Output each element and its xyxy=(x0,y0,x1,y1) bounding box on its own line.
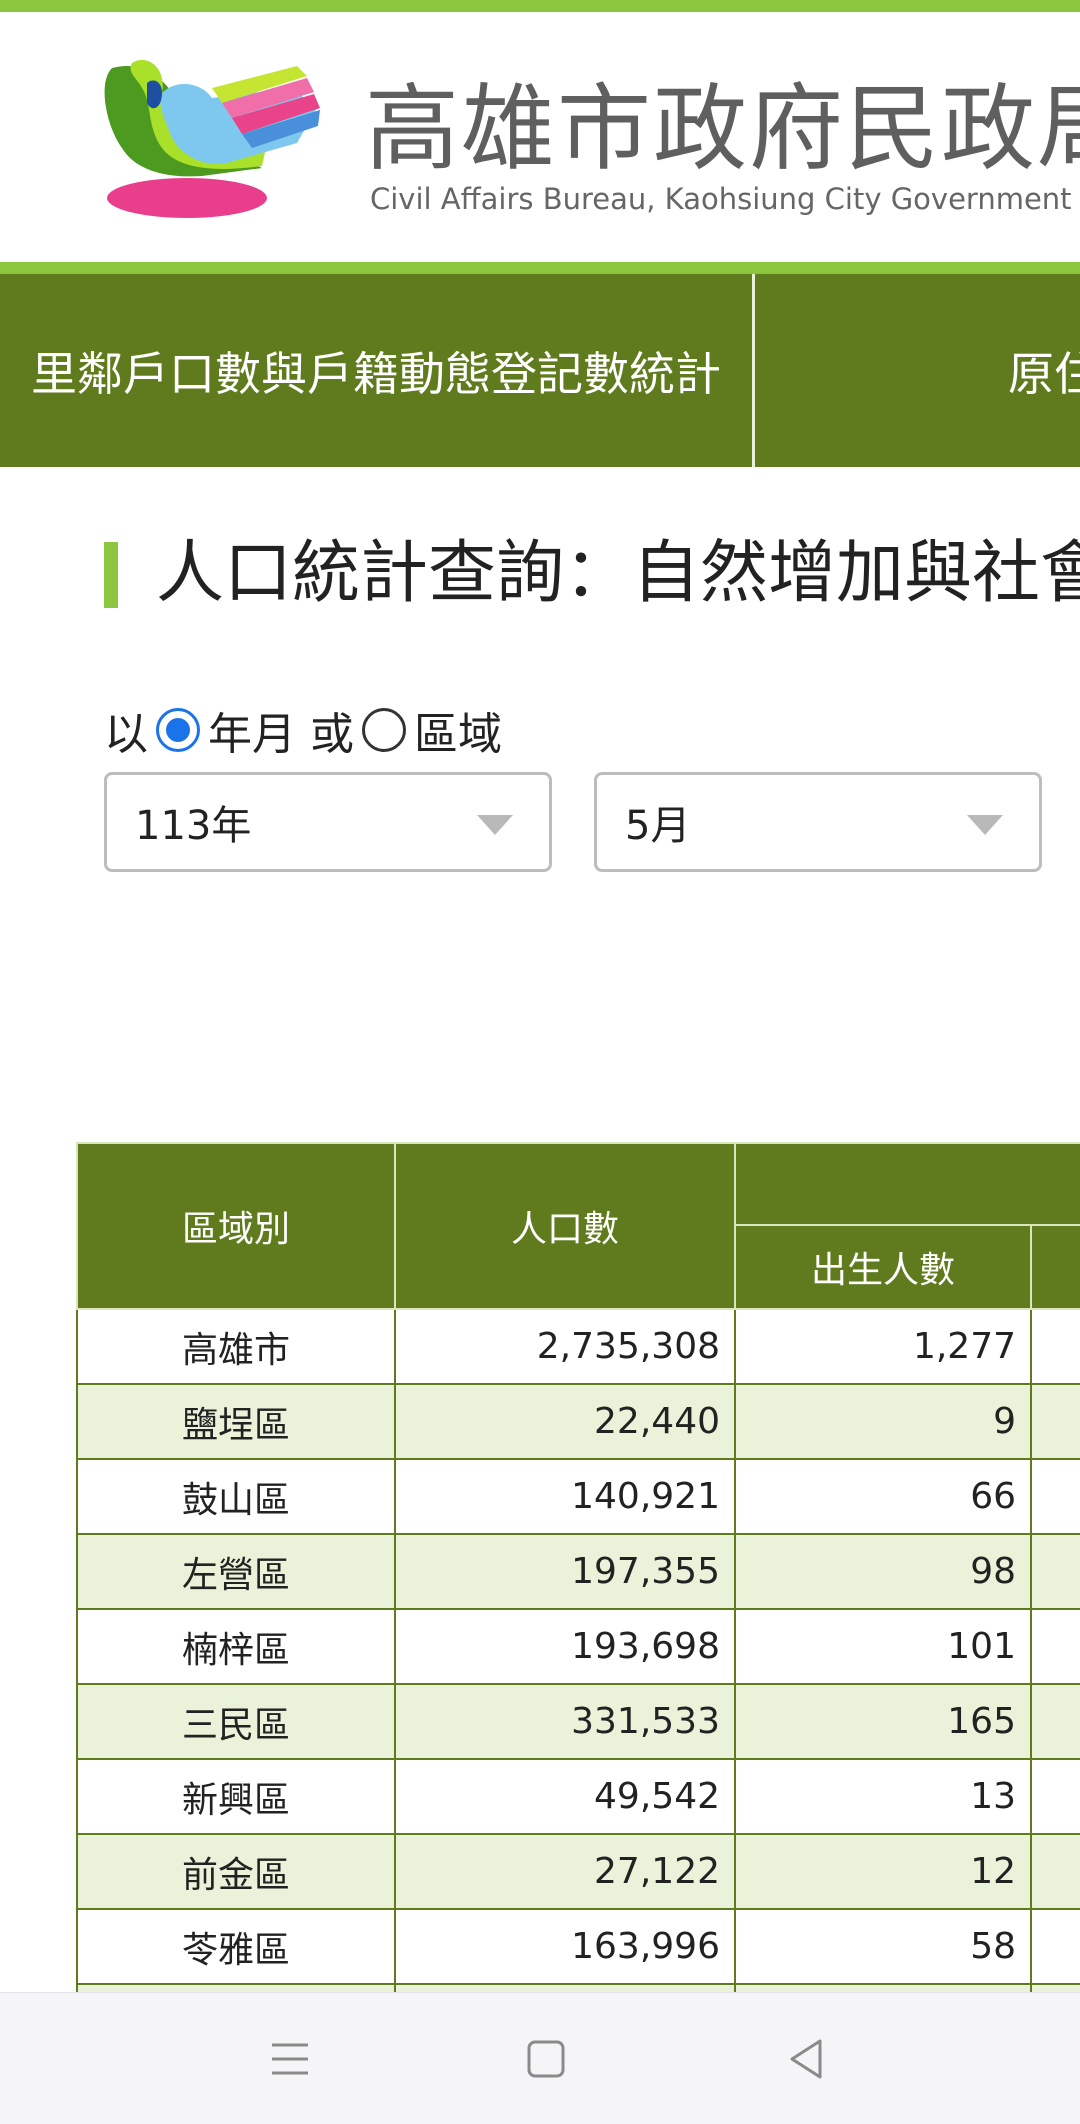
cell-region: 鹽埕區 xyxy=(76,1383,396,1460)
cell-population: 163,996 xyxy=(394,1908,736,1985)
header-bottom-line xyxy=(0,262,1080,274)
nav-item-household-stats[interactable]: 里鄰戶口數與戶籍動態登記數統計 xyxy=(0,274,752,467)
cell-births: 101 xyxy=(734,1608,1032,1685)
month-select[interactable]: 5月 xyxy=(594,772,1042,872)
cell-region: 三民區 xyxy=(76,1683,396,1760)
chevron-down-icon xyxy=(967,815,1003,835)
cell-population: 140,921 xyxy=(394,1458,736,1535)
cell-population: 27,122 xyxy=(394,1833,736,1910)
nav-divider xyxy=(752,274,755,467)
header-deaths xyxy=(1030,1224,1080,1310)
cell-population: 22,440 xyxy=(394,1383,736,1460)
table-cell xyxy=(734,1983,1032,1992)
cell-region: 楠梓區 xyxy=(76,1608,396,1685)
cell-region: 新興區 xyxy=(76,1758,396,1835)
cell-deaths xyxy=(1030,1683,1080,1760)
stats-table: 區域別 人口數 出生人數 高雄市 2,735,308 1,277 鹽埕區 22,440 9… xyxy=(76,1142,1080,1992)
filter-prefix: 以 xyxy=(104,709,148,760)
top-accent-line xyxy=(0,0,1080,12)
cell-region: 前金區 xyxy=(76,1833,396,1910)
radio-yearmonth-label[interactable]: 年月 xyxy=(208,698,296,762)
table-row xyxy=(76,1983,1080,1992)
radio-yearmonth[interactable] xyxy=(156,708,200,752)
cell-region: 鼓山區 xyxy=(76,1458,396,1535)
cell-deaths xyxy=(1030,1833,1080,1910)
title-accent-bar xyxy=(104,542,118,608)
site-header: 高雄市政府民政局 Civil Affairs Bureau, Kaohsiung… xyxy=(0,12,1080,262)
table-row: 鼓山區 140,921 66 xyxy=(76,1458,1080,1535)
system-nav-bar xyxy=(0,1992,1080,2124)
filter-or: 或 xyxy=(310,709,354,760)
cell-births: 98 xyxy=(734,1533,1032,1610)
main-nav: 里鄰戶口數與戶籍動態登記數統計 原住 xyxy=(0,274,1080,467)
site-title: 高雄市政府民政局 xyxy=(365,75,1080,184)
header-births: 出生人數 xyxy=(734,1224,1032,1310)
table-row: 新興區 49,542 13 xyxy=(76,1758,1080,1835)
cell-population: 49,542 xyxy=(394,1758,736,1835)
page: 高雄市政府民政局 Civil Affairs Bureau, Kaohsiung… xyxy=(0,0,1080,2124)
cell-births: 165 xyxy=(734,1683,1032,1760)
month-select-value: 5月 xyxy=(625,803,691,849)
page-title: 人口統計查詢：自然增加與社會 xyxy=(156,534,1080,613)
cell-deaths xyxy=(1030,1608,1080,1685)
table-row: 左營區 197,355 98 xyxy=(76,1533,1080,1610)
nav-item-indigenous[interactable]: 原住 xyxy=(1008,274,1080,467)
bureau-logo[interactable] xyxy=(92,48,342,238)
cell-deaths xyxy=(1030,1758,1080,1835)
cell-deaths xyxy=(1030,1908,1080,1985)
cell-births: 58 xyxy=(734,1908,1032,1985)
cell-population: 193,698 xyxy=(394,1608,736,1685)
cell-births: 66 xyxy=(734,1458,1032,1535)
query-mode-selector: 以 年月 或 區域 xyxy=(104,700,502,760)
table-cell xyxy=(76,1983,396,1992)
radio-region[interactable] xyxy=(362,708,406,752)
table-row: 楠梓區 193,698 101 xyxy=(76,1608,1080,1685)
header-region: 區域別 xyxy=(76,1142,396,1310)
cell-deaths xyxy=(1030,1458,1080,1535)
cell-births: 13 xyxy=(734,1758,1032,1835)
table-row: 高雄市 2,735,308 1,277 xyxy=(76,1308,1080,1385)
cell-region: 左營區 xyxy=(76,1533,396,1610)
table-cell xyxy=(1030,1983,1080,1992)
table-row: 鹽埕區 22,440 9 xyxy=(76,1383,1080,1460)
cell-deaths xyxy=(1030,1308,1080,1385)
cell-population: 197,355 xyxy=(394,1533,736,1610)
table-cell xyxy=(394,1983,736,1992)
cell-deaths xyxy=(1030,1383,1080,1460)
header-population: 人口數 xyxy=(394,1142,736,1310)
table-row: 前金區 27,122 12 xyxy=(76,1833,1080,1910)
table-row: 三民區 331,533 165 xyxy=(76,1683,1080,1760)
year-select-value: 113年 xyxy=(135,803,252,849)
cell-births: 1,277 xyxy=(734,1308,1032,1385)
stats-table-body: 高雄市 2,735,308 1,277 鹽埕區 22,440 9 鼓山區 140,921 66 左… xyxy=(76,1308,1080,1992)
stats-table-container[interactable]: 區域別 人口數 出生人數 高雄市 2,735,308 1,277 鹽埕區 22,440 9… xyxy=(76,1142,1080,1992)
site-subtitle: Civil Affairs Bureau, Kaohsiung City Gov… xyxy=(370,182,1072,216)
radio-region-label[interactable]: 區域 xyxy=(414,698,502,762)
home-icon[interactable] xyxy=(518,2031,574,2087)
cell-region: 高雄市 xyxy=(76,1308,396,1385)
back-icon[interactable] xyxy=(778,2031,834,2087)
menu-icon[interactable] xyxy=(262,2031,318,2087)
chevron-down-icon xyxy=(477,815,513,835)
cell-births: 9 xyxy=(734,1383,1032,1460)
cell-region: 苓雅區 xyxy=(76,1908,396,1985)
cell-deaths xyxy=(1030,1533,1080,1610)
table-row: 苓雅區 163,996 58 xyxy=(76,1908,1080,1985)
cell-population: 2,735,308 xyxy=(394,1308,736,1385)
year-select[interactable]: 113年 xyxy=(104,772,552,872)
cell-births: 12 xyxy=(734,1833,1032,1910)
header-group-natural-increase xyxy=(734,1142,1080,1226)
cell-population: 331,533 xyxy=(394,1683,736,1760)
